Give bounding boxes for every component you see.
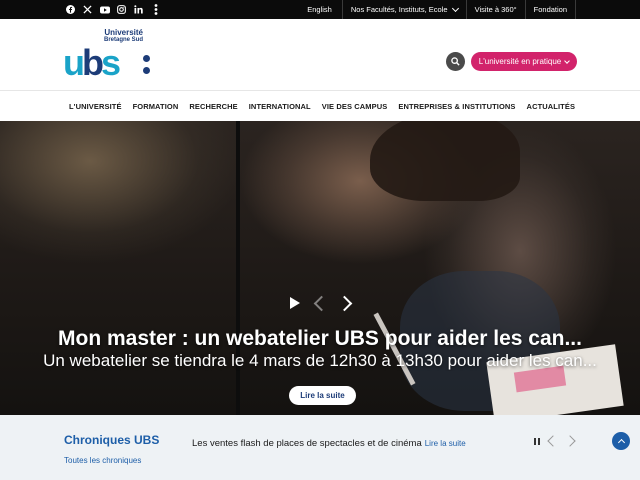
nav-item-international[interactable]: INTERNATIONAL — [249, 102, 311, 111]
logo-colon — [143, 53, 151, 75]
cta-label: L'université en pratique — [478, 57, 562, 66]
x-icon[interactable] — [79, 0, 96, 19]
logo-caption: Université Bretagne Sud — [104, 28, 143, 44]
faculties-label: Nos Facultés, Instituts, Ecole — [350, 5, 448, 14]
pause-icon[interactable] — [534, 437, 540, 445]
play-icon[interactable] — [290, 297, 300, 309]
chevron-down-icon — [451, 4, 459, 12]
back-to-top-button[interactable] — [612, 432, 630, 450]
top-links: English Nos Facultés, Instituts, Ecole V… — [299, 0, 576, 19]
instagram-icon[interactable] — [113, 0, 130, 19]
chronique-next-icon[interactable] — [564, 435, 576, 447]
logo-letter-s: s — [101, 42, 121, 83]
hero-title: Mon master : un webatelier UBS pour aide… — [58, 327, 582, 350]
fondation-link[interactable]: Fondation — [524, 0, 576, 19]
nav-item-actualites[interactable]: ACTUALITÉS — [527, 102, 576, 111]
nav-item-recherche[interactable]: RECHERCHE — [189, 102, 237, 111]
hero-subtitle: Un webatelier se tiendra le 4 mars de 12… — [43, 351, 597, 370]
search-icon — [451, 57, 460, 66]
nav-item-formation[interactable]: FORMATION — [133, 102, 179, 111]
hero-slider: Mon master : un webatelier UBS pour aide… — [0, 121, 640, 415]
chroniques-bar: Chroniques UBS Toutes les chroniques Les… — [0, 415, 640, 480]
chroniques-controls — [534, 435, 576, 447]
site-header: Université Bretagne Sud ubs L'université… — [0, 19, 640, 91]
logo-wordmark: ubs — [63, 42, 121, 83]
chroniques-title: Chroniques UBS — [64, 433, 160, 447]
linkedin-icon[interactable] — [130, 0, 147, 19]
slider-prev-icon[interactable] — [313, 295, 330, 311]
search-button[interactable] — [446, 52, 465, 71]
social-links — [0, 0, 164, 19]
chronique-prev-icon[interactable] — [547, 435, 559, 447]
read-more-button[interactable]: Lire la suite — [289, 386, 356, 405]
chevron-up-icon — [617, 438, 625, 447]
university-in-practice-button[interactable]: L'université en pratique — [471, 52, 577, 71]
more-icon[interactable] — [147, 0, 164, 19]
logo-letter-u: u — [63, 42, 85, 83]
main-nav: L'UNIVERSITÉ FORMATION RECHERCHE INTERNA… — [0, 92, 640, 121]
language-link[interactable]: English — [299, 0, 342, 19]
nav-item-universite[interactable]: L'UNIVERSITÉ — [69, 102, 122, 111]
slider-controls — [290, 295, 353, 311]
logo-line-1: Université — [104, 28, 143, 37]
chronique-text: Les ventes flash de places de spectacles… — [192, 438, 422, 449]
chronique-item: Les ventes flash de places de spectacles… — [192, 438, 466, 449]
top-bar: English Nos Facultés, Instituts, Ecole V… — [0, 0, 640, 19]
ubs-logo[interactable]: Université Bretagne Sud ubs — [63, 29, 158, 81]
faculties-dropdown[interactable]: Nos Facultés, Instituts, Ecole — [341, 0, 466, 19]
chronique-read-more-link[interactable]: Lire la suite — [425, 439, 466, 448]
chevron-down-icon — [564, 57, 571, 64]
all-chroniques-link[interactable]: Toutes les chroniques — [64, 456, 141, 465]
logo-letter-b: b — [82, 42, 104, 83]
youtube-icon[interactable] — [96, 0, 113, 19]
nav-item-vie-des-campus[interactable]: VIE DES CAMPUS — [322, 102, 388, 111]
nav-item-entreprises[interactable]: ENTREPRISES & INSTITUTIONS — [398, 102, 515, 111]
facebook-icon[interactable] — [62, 0, 79, 19]
slider-next-icon[interactable] — [336, 295, 353, 311]
visit-360-link[interactable]: Visite à 360° — [465, 0, 525, 19]
